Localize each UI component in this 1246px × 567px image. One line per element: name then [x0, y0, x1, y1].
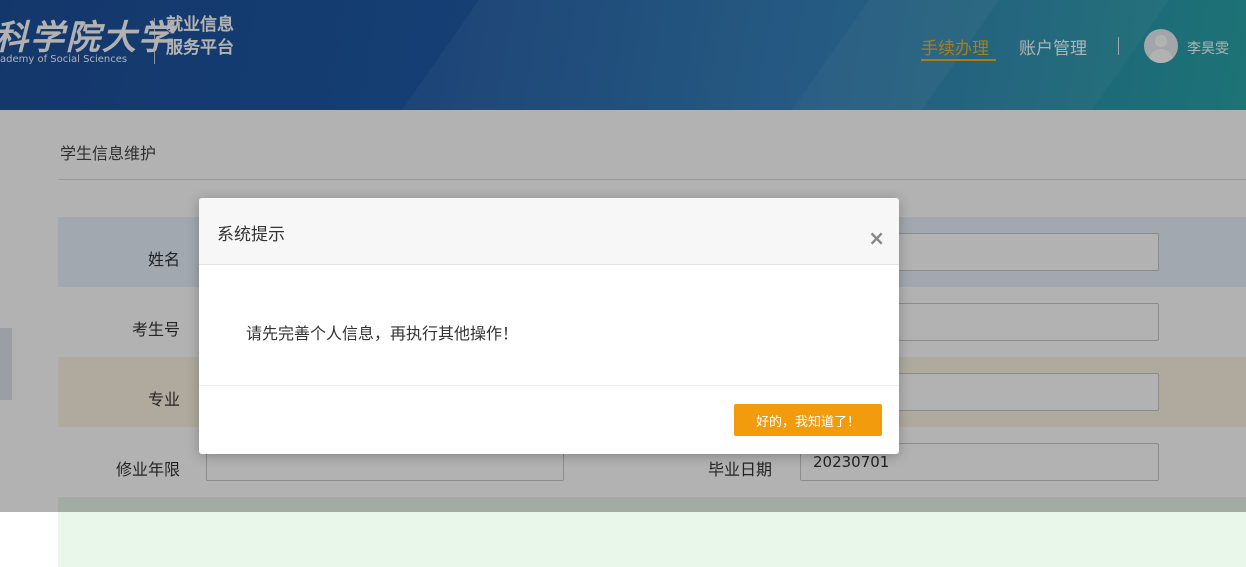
dialog-footer-divider — [199, 385, 899, 386]
dialog-message: 请先完善个人信息，再执行其他操作！ — [246, 324, 519, 343]
close-icon[interactable]: × — [868, 228, 885, 248]
dialog-header: 系统提示 × — [199, 198, 899, 265]
system-prompt-dialog: 系统提示 × 请先完善个人信息，再执行其他操作！ 好的，我知道了！ — [199, 198, 899, 454]
dialog-title: 系统提示 — [217, 225, 285, 245]
ok-button[interactable]: 好的，我知道了！ — [734, 404, 882, 436]
